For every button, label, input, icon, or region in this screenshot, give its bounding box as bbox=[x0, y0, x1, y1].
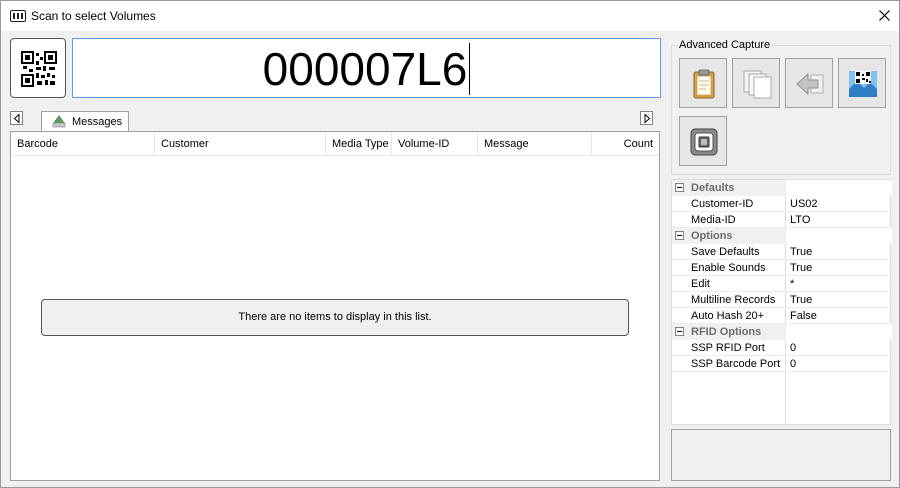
clipboard-icon bbox=[693, 69, 715, 99]
window-title: Scan to select Volumes bbox=[31, 9, 156, 23]
property-name: Save Defaults bbox=[691, 246, 760, 258]
property-category-rfid-options[interactable]: RFID Options bbox=[672, 324, 892, 340]
property-grid[interactable]: Defaults Customer-ID US02 Media-ID LTO O… bbox=[671, 179, 892, 425]
qr-image-button[interactable] bbox=[838, 58, 886, 108]
property-row-media-id[interactable]: Media-ID LTO bbox=[672, 212, 892, 228]
property-name: Edit bbox=[691, 278, 710, 290]
property-row-save-defaults[interactable]: Save Defaults True bbox=[672, 244, 892, 260]
property-value[interactable]: True bbox=[790, 294, 812, 306]
qr-code-icon bbox=[21, 51, 57, 87]
property-value[interactable]: True bbox=[790, 246, 812, 258]
column-header-volume-id[interactable]: Volume-ID bbox=[392, 132, 478, 156]
clipboard-button[interactable] bbox=[679, 58, 727, 108]
property-row-customer-id[interactable]: Customer-ID US02 bbox=[672, 196, 892, 212]
messages-icon bbox=[52, 115, 66, 128]
property-value[interactable]: 0 bbox=[790, 342, 796, 354]
qr-image-icon bbox=[849, 71, 877, 97]
property-value[interactable]: LTO bbox=[790, 214, 810, 226]
property-row-ssp-rfid-port[interactable]: SSP RFID Port 0 bbox=[672, 340, 892, 356]
property-name: Customer-ID bbox=[691, 198, 754, 210]
advanced-capture-title: Advanced Capture bbox=[678, 39, 772, 51]
property-name: Auto Hash 20+ bbox=[691, 310, 765, 322]
property-value[interactable]: US02 bbox=[790, 198, 818, 210]
scan-input[interactable]: 000007L6 bbox=[72, 38, 661, 98]
list-header: Barcode Customer Media Type Volume-ID Me… bbox=[11, 132, 659, 156]
column-header-customer[interactable]: Customer bbox=[155, 132, 326, 156]
collapse-icon[interactable] bbox=[675, 183, 684, 192]
back-button[interactable] bbox=[785, 58, 833, 108]
property-row-multiline-records[interactable]: Multiline Records True bbox=[672, 292, 892, 308]
copy-pages-button[interactable] bbox=[732, 58, 780, 108]
column-header-message[interactable]: Message bbox=[478, 132, 592, 156]
property-name: SSP RFID Port bbox=[691, 342, 765, 354]
property-row-auto-hash[interactable]: Auto Hash 20+ False bbox=[672, 308, 892, 324]
category-name: Defaults bbox=[691, 182, 735, 194]
property-value[interactable]: 0 bbox=[790, 358, 796, 370]
close-icon bbox=[879, 10, 890, 21]
property-category-options[interactable]: Options bbox=[672, 228, 892, 244]
scan-value-display: 000007L6 bbox=[73, 41, 660, 97]
title-bar: Scan to select Volumes bbox=[1, 1, 899, 31]
property-value[interactable]: False bbox=[790, 310, 817, 322]
tab-scroll-left-button[interactable] bbox=[10, 111, 23, 125]
scan-volumes-window: Scan to select Volumes 000007L6 Messages… bbox=[0, 0, 900, 488]
property-row-edit[interactable]: Edit * bbox=[672, 276, 892, 292]
category-name: RFID Options bbox=[691, 326, 762, 338]
property-name: SSP Barcode Port bbox=[691, 358, 781, 370]
property-name: Media-ID bbox=[691, 214, 736, 226]
barcode-icon bbox=[10, 10, 26, 22]
property-value[interactable]: True bbox=[790, 262, 812, 274]
category-name: Options bbox=[691, 230, 733, 242]
tab-messages[interactable]: Messages bbox=[41, 111, 129, 132]
collapse-icon[interactable] bbox=[675, 231, 684, 240]
property-value[interactable]: * bbox=[790, 278, 794, 290]
tab-messages-label: Messages bbox=[72, 116, 123, 128]
scan-value: 000007L6 bbox=[262, 43, 468, 95]
property-name: Enable Sounds bbox=[691, 262, 766, 274]
close-button[interactable] bbox=[871, 1, 899, 31]
column-header-media-type[interactable]: Media Type bbox=[326, 132, 392, 156]
property-category-defaults[interactable]: Defaults bbox=[672, 180, 892, 196]
empty-list-message: There are no items to display in this li… bbox=[41, 299, 629, 336]
property-name: Multiline Records bbox=[691, 294, 776, 306]
advanced-capture-group: Advanced Capture bbox=[671, 38, 891, 175]
pages-icon bbox=[743, 70, 772, 99]
collapse-icon[interactable] bbox=[675, 327, 684, 336]
property-description-box bbox=[671, 429, 891, 481]
triangle-left-icon bbox=[13, 114, 20, 123]
column-header-barcode[interactable]: Barcode bbox=[11, 132, 155, 156]
text-caret bbox=[469, 43, 471, 95]
rfid-chip-icon bbox=[690, 128, 718, 156]
advanced-capture-frame bbox=[671, 45, 891, 175]
rfid-scan-button[interactable] bbox=[679, 116, 727, 166]
triangle-right-icon bbox=[644, 114, 651, 123]
tab-scroll-right-button[interactable] bbox=[640, 111, 653, 125]
property-row-enable-sounds[interactable]: Enable Sounds True bbox=[672, 260, 892, 276]
back-arrow-icon bbox=[796, 72, 824, 96]
qr-scan-button[interactable] bbox=[10, 38, 66, 98]
property-row-ssp-barcode-port[interactable]: SSP Barcode Port 0 bbox=[672, 356, 892, 372]
column-header-count[interactable]: Count bbox=[592, 132, 659, 156]
messages-list[interactable]: Barcode Customer Media Type Volume-ID Me… bbox=[10, 131, 660, 481]
